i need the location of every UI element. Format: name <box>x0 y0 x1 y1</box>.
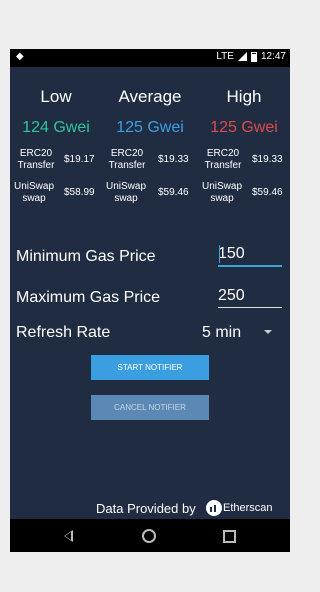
dropdown-arrow-icon[interactable] <box>264 330 272 334</box>
tier-average-price: 125 Gwei <box>116 119 184 136</box>
swap-label-high: UniSwap swap <box>201 181 243 204</box>
tier-high-price: 125 Gwei <box>210 119 278 136</box>
max-gas-input[interactable] <box>218 284 282 308</box>
erc20-cost-average: $19.33 <box>158 154 189 165</box>
ethereum-icon: ◆ <box>16 51 24 62</box>
signal-icon <box>237 52 247 61</box>
erc20-label-average: ERC20 Transfer <box>108 148 146 171</box>
erc20-label-low: ERC20 Transfer <box>17 148 55 171</box>
tier-low-label: Low <box>40 87 72 106</box>
etherscan-logo-icon <box>206 500 222 516</box>
tier-average-label: Average <box>118 87 182 106</box>
swap-cost-average: $59.46 <box>158 187 189 198</box>
swap-cost-high: $59.46 <box>252 187 283 198</box>
swap-label-average: UniSwap swap <box>105 181 147 204</box>
erc20-label-high: ERC20 Transfer <box>204 148 242 171</box>
erc20-cost-low: $19.17 <box>64 154 95 165</box>
app-screen: ◆ LTE 12:47 Low Average High 124 Gwei 12… <box>10 49 290 552</box>
cancel-notifier-button[interactable]: CANCEL NOTIFIER <box>91 395 209 420</box>
start-notifier-button[interactable]: START NOTIFIER <box>91 355 209 380</box>
max-gas-label: Maximum Gas Price <box>16 289 161 306</box>
status-bar: ◆ LTE 12:47 <box>10 49 290 67</box>
recents-icon[interactable] <box>223 530 236 543</box>
min-gas-input[interactable] <box>218 243 282 267</box>
etherscan-name: Etherscan <box>223 502 273 514</box>
erc20-cost-high: $19.33 <box>252 154 283 165</box>
battery-icon <box>250 51 257 62</box>
swap-label-low: UniSwap swap <box>13 181 55 204</box>
tier-high-label: High <box>226 87 262 106</box>
refresh-rate-select[interactable]: 5 min <box>202 324 241 342</box>
text-caret <box>219 245 220 263</box>
swap-cost-low: $58.99 <box>64 187 95 198</box>
data-credit: Data Provided by <box>96 501 196 516</box>
lte-indicator: LTE <box>216 51 234 62</box>
system-nav-bar <box>10 519 290 552</box>
home-icon[interactable] <box>142 529 156 543</box>
min-gas-label: Minimum Gas Price <box>16 248 156 265</box>
clock: 12:47 <box>260 51 286 62</box>
tier-low-price: 124 Gwei <box>22 119 90 136</box>
back-icon[interactable] <box>64 530 73 542</box>
refresh-rate-label: Refresh Rate <box>16 324 111 341</box>
